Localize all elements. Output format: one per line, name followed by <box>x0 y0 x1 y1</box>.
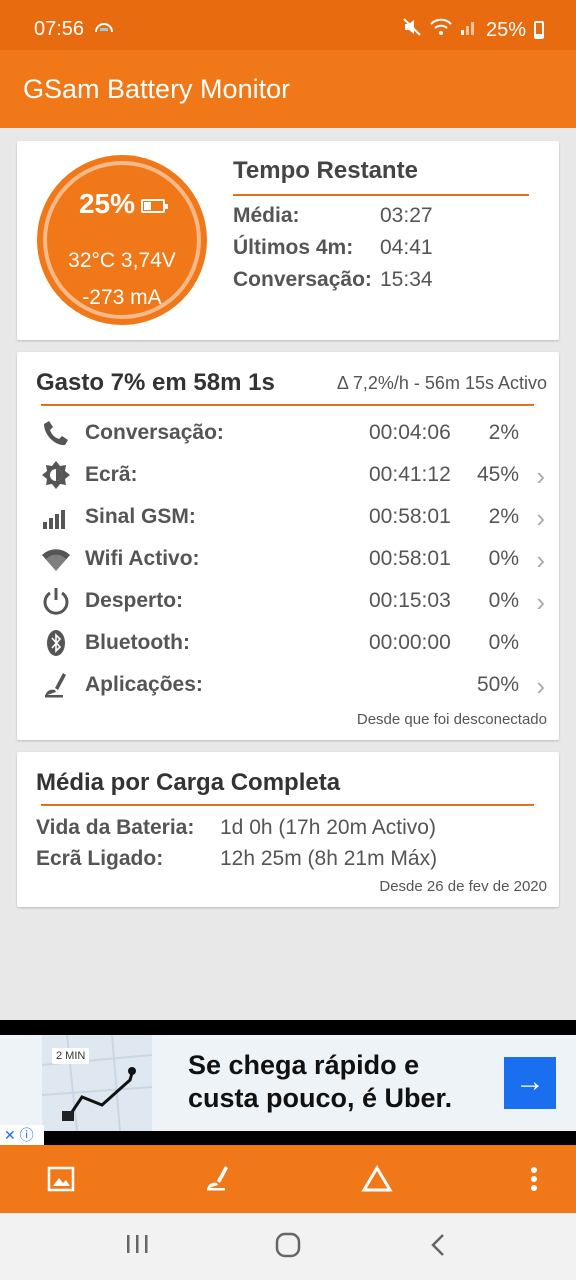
wifi-icon <box>41 544 71 574</box>
usage-rate: Δ 7,2%/h - 56m 15s Activo <box>336 373 547 393</box>
gsam-notification-icon <box>94 20 114 36</box>
usage-heading: Gasto 7% em 58m 1s <box>36 369 275 396</box>
battery-icon <box>141 198 169 213</box>
image-icon[interactable] <box>45 1163 77 1195</box>
average-since: Desde 26 de fev de 2020 <box>379 878 547 895</box>
recents-button[interactable] <box>124 1231 150 1262</box>
system-nav-bar <box>0 1213 576 1280</box>
average-heading: Média por Carga Completa <box>36 769 341 796</box>
app-bar: GSam Battery Monitor <box>0 50 576 128</box>
status-time: 07:56 <box>34 18 85 40</box>
signal-icon <box>41 502 71 532</box>
ad-eta-chip: 2 MIN <box>52 1048 90 1064</box>
ad-banner[interactable]: 2 MIN Se chega rápido e custa pouco, é U… <box>0 1035 576 1131</box>
battery-status-icon <box>534 21 544 39</box>
usage-item-screen[interactable]: Ecrã: 00:41:12 45% › <box>17 454 559 496</box>
ad-text: Se chega rápido e custa pouco, é Uber. <box>188 1050 453 1113</box>
battery-summary-card[interactable]: 25% 32°C 3,74V -273 mA Tempo Restante Mé… <box>17 141 559 340</box>
usage-list: Conversação: 00:04:06 2% Ecrã: 00:41:12 … <box>17 412 559 706</box>
usage-item-awake[interactable]: Desperto: 00:15:03 0% › <box>17 580 559 622</box>
chevron-right-icon[interactable]: › <box>536 587 545 618</box>
mute-icon <box>402 17 422 43</box>
remaining-row: Média: 03:27 <box>233 204 433 227</box>
status-battery-text: 25% <box>485 18 526 41</box>
usage-card: Gasto 7% em 58m 1s Δ 7,2%/h - 56m 15s Ac… <box>17 352 559 740</box>
battery-life-row: Vida da Bateria: 1d 0h (17h 20m Activo) <box>36 816 436 839</box>
current-draw: -273 mA <box>82 286 162 309</box>
time-remaining: Tempo Restante Média: 03:27 Últimos 4m: … <box>233 157 529 292</box>
divider <box>41 804 534 806</box>
brightness-icon <box>41 460 71 490</box>
chevron-right-icon[interactable]: › <box>536 671 545 702</box>
usage-item-conversation[interactable]: Conversação: 00:04:06 2% <box>17 412 559 454</box>
status-bar: 07:56 25% <box>0 0 576 50</box>
average-card: Média por Carga Completa Vida da Bateria… <box>17 752 559 907</box>
ad-open-button[interactable]: → <box>504 1057 556 1109</box>
usage-item-gsm-signal[interactable]: Sinal GSM: 00:58:01 2% › <box>17 496 559 538</box>
usage-item-wifi[interactable]: Wifi Activo: 00:58:01 0% › <box>17 538 559 580</box>
remaining-row: Últimos 4m: 04:41 <box>233 236 433 259</box>
battery-gauge: 25% 32°C 3,74V -273 mA <box>37 155 207 325</box>
back-button[interactable] <box>426 1231 450 1264</box>
wifi-status-icon <box>430 18 452 42</box>
more-options-icon[interactable] <box>518 1163 550 1195</box>
bluetooth-icon <box>41 628 71 658</box>
usage-item-bluetooth[interactable]: Bluetooth: 00:00:00 0% <box>17 622 559 664</box>
power-icon <box>41 586 71 616</box>
apps-icon <box>41 670 71 700</box>
adchoices-icon[interactable]: ✕ ⓘ <box>0 1125 44 1145</box>
bottom-toolbar <box>0 1145 576 1213</box>
battery-percent: 25% <box>78 188 136 219</box>
divider <box>41 404 534 406</box>
home-button[interactable] <box>274 1231 302 1264</box>
screen-on-row: Ecrã Ligado: 12h 25m (8h 21m Máx) <box>36 847 438 870</box>
remaining-row: Conversação: 15:34 <box>233 268 433 291</box>
chevron-right-icon[interactable]: › <box>536 503 545 534</box>
usage-item-apps[interactable]: Aplicações: 50% › <box>17 664 559 706</box>
apps-usage-icon[interactable] <box>203 1163 235 1195</box>
usage-since: Desde que foi desconectado <box>356 711 547 728</box>
temp-voltage: 32°C 3,74V <box>68 249 176 272</box>
delta-icon[interactable] <box>361 1163 393 1195</box>
chevron-right-icon[interactable]: › <box>536 461 545 492</box>
app-title: GSam Battery Monitor <box>23 74 291 104</box>
chevron-right-icon[interactable]: › <box>536 545 545 576</box>
phone-icon <box>41 418 71 448</box>
cell-signal-icon <box>460 18 478 42</box>
time-remaining-title: Tempo Restante <box>233 157 529 196</box>
